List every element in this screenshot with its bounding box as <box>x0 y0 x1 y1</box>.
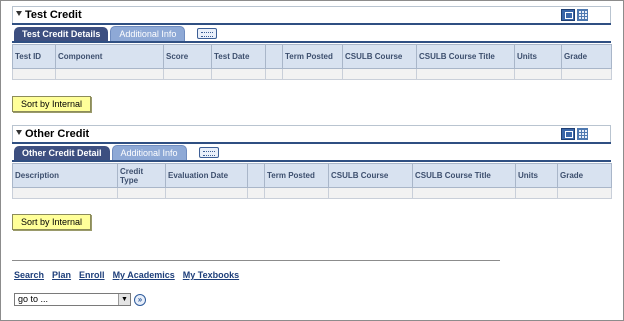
column-header[interactable]: Grade <box>557 163 612 188</box>
collapse-triangle-icon[interactable] <box>16 11 22 16</box>
section-title: Test Credit <box>25 9 82 21</box>
column-header[interactable]: Credit Type <box>117 163 166 188</box>
column-header[interactable]: Test Date <box>211 44 266 69</box>
tab-bar: Other Credit Detail Additional Info <box>14 144 219 160</box>
sort-by-internal-button[interactable]: Sort by Internal <box>12 214 92 230</box>
goto-select[interactable]: go to ... ▼ <box>14 293 131 306</box>
test-credit-section: Test Credit Test Credit Details Addition… <box>12 6 612 80</box>
column-header[interactable]: CSULB Course Title <box>412 163 516 188</box>
chevron-down-icon[interactable]: ▼ <box>118 294 130 305</box>
tab-bar: Test Credit Details Additional Info <box>14 25 218 41</box>
section-divider <box>12 41 611 43</box>
tab-additional-info[interactable]: Additional Info <box>110 26 186 41</box>
test-credit-table: Test ID Component Score Test Date Term P… <box>12 44 612 80</box>
column-header[interactable]: Evaluation Date <box>165 163 248 188</box>
link-plan[interactable]: Plan <box>52 270 71 280</box>
tab-other-credit-detail[interactable]: Other Credit Detail <box>14 146 110 160</box>
column-header[interactable]: CSULB Course <box>342 44 417 69</box>
link-my-texbooks[interactable]: My Texbooks <box>183 270 239 280</box>
column-header[interactable]: Description <box>12 163 118 188</box>
column-header[interactable]: Component <box>55 44 164 69</box>
column-header[interactable]: Grade <box>561 44 612 69</box>
goto-bar: go to ... ▼ » <box>14 293 146 306</box>
show-all-columns-icon[interactable] <box>198 147 219 158</box>
column-header[interactable]: Score <box>163 44 212 69</box>
link-search[interactable]: Search <box>14 270 44 280</box>
tab-additional-info[interactable]: Additional Info <box>111 145 187 160</box>
column-header[interactable]: Term Posted <box>264 163 329 188</box>
zoom-icon[interactable] <box>561 9 575 21</box>
go-arrow-icon[interactable]: » <box>134 293 146 306</box>
zoom-icon[interactable] <box>561 128 575 140</box>
other-credit-section: Other Credit Other Credit Detail Additio… <box>12 125 612 199</box>
download-grid-icon[interactable] <box>577 9 588 21</box>
other-credit-table: Description Credit Type Evaluation Date … <box>12 163 612 199</box>
table-row <box>12 68 612 80</box>
footer-links: Search Plan Enroll My Academics My Texbo… <box>14 270 239 280</box>
download-grid-icon[interactable] <box>577 128 588 140</box>
tab-test-credit-details[interactable]: Test Credit Details <box>14 27 109 41</box>
column-header[interactable]: CSULB Course <box>328 163 413 188</box>
collapse-triangle-icon[interactable] <box>16 130 22 135</box>
goto-select-value: go to ... <box>18 294 49 304</box>
show-all-columns-icon[interactable] <box>197 28 218 39</box>
table-row <box>12 187 612 199</box>
section-title: Other Credit <box>25 128 90 140</box>
column-header[interactable]: Units <box>515 163 558 188</box>
link-my-academics[interactable]: My Academics <box>113 270 175 280</box>
column-header <box>265 44 283 69</box>
column-header[interactable]: Term Posted <box>282 44 343 69</box>
other-credit-header: Other Credit <box>12 125 611 142</box>
sort-by-internal-button[interactable]: Sort by Internal <box>12 96 92 112</box>
column-header <box>247 163 265 188</box>
section-divider <box>12 160 611 162</box>
footer-divider <box>12 260 500 261</box>
column-header[interactable]: Test ID <box>12 44 56 69</box>
column-header[interactable]: CSULB Course Title <box>416 44 515 69</box>
test-credit-header: Test Credit <box>12 6 611 23</box>
link-enroll[interactable]: Enroll <box>79 270 105 280</box>
column-header[interactable]: Units <box>514 44 562 69</box>
